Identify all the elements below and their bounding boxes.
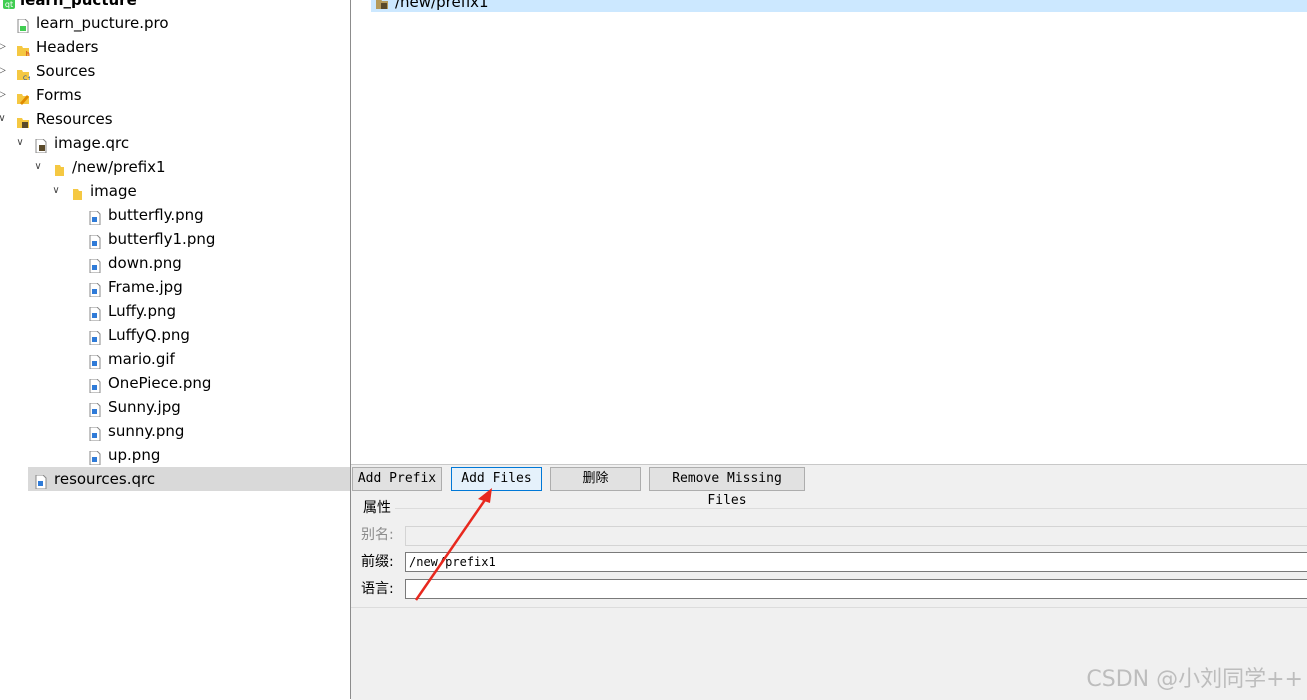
qt-project-icon: qt (2, 0, 16, 9)
alias-label: 别名: (361, 527, 394, 543)
tree-item-label: OnePiece.png (108, 374, 212, 392)
chevron-right-icon[interactable]: ▷ (0, 59, 8, 83)
image-file-icon (88, 448, 102, 466)
svg-text:qt: qt (5, 0, 13, 9)
group-box-border-bottom (351, 607, 1307, 608)
tree-item-file[interactable]: LuffyQ.png (0, 323, 350, 347)
qrc-file-icon (34, 136, 48, 154)
tree-item-file[interactable]: butterfly.png (0, 203, 350, 227)
tree-item-label: Sunny.jpg (108, 398, 181, 416)
tree-item-label: Sources (36, 62, 96, 80)
tree-item-label: Resources (36, 110, 113, 128)
forms-folder-icon (16, 88, 30, 105)
qrc-file-icon (34, 472, 48, 490)
add-files-button[interactable]: Add Files (451, 467, 542, 491)
image-file-icon (88, 400, 102, 418)
tree-item-label: /new/prefix1 (72, 158, 166, 176)
tree-item-label: butterfly1.png (108, 230, 216, 248)
tree-item-label: butterfly.png (108, 206, 204, 224)
chevron-right-icon[interactable]: ▷ (0, 83, 8, 107)
tree-item-file[interactable]: Luffy.png (0, 299, 350, 323)
tree-item-resources-qrc[interactable]: resources.qrc (0, 467, 350, 491)
resource-list[interactable]: /new/prefix1 (351, 0, 1307, 464)
chevron-right-icon[interactable]: ▷ (0, 35, 8, 59)
pro-file-icon (16, 16, 30, 34)
tree-item-file[interactable]: up.png (0, 443, 350, 467)
prefix-label: 前缀: (361, 554, 394, 570)
add-prefix-button[interactable]: Add Prefix (352, 467, 442, 491)
tree-item-label: Headers (36, 38, 99, 56)
image-file-icon (88, 280, 102, 298)
project-tree[interactable]: qt learn_pucture learn_pucture.pro ▷ h H… (0, 0, 350, 699)
properties-group-title: 属性 (359, 499, 395, 517)
folder-icon (52, 160, 66, 176)
sources-folder-icon: C+ (16, 64, 32, 82)
tree-item-image-qrc[interactable]: ∨ image.qrc (0, 131, 350, 155)
language-field[interactable] (405, 579, 1307, 599)
prefix-field[interactable]: /new/prefix1 (405, 552, 1307, 572)
tree-item-headers[interactable]: ▷ h Headers (0, 35, 350, 59)
tree-item-label: down.png (108, 254, 182, 272)
resources-folder-icon (16, 112, 30, 128)
resource-list-item-prefix[interactable]: /new/prefix1 (371, 0, 1307, 12)
chevron-down-icon[interactable]: ∨ (32, 155, 44, 179)
image-file-icon (88, 352, 102, 370)
tree-item-prefix[interactable]: ∨ /new/prefix1 (0, 155, 350, 179)
tree-item-file[interactable]: OnePiece.png (0, 371, 350, 395)
watermark: CSDN @小刘同学++ (1086, 667, 1303, 692)
delete-button[interactable]: 删除 (550, 467, 641, 491)
language-label: 语言: (361, 581, 394, 597)
tree-item-label: Luffy.png (108, 302, 176, 320)
chevron-down-icon[interactable]: ∨ (50, 179, 62, 203)
folder-icon (70, 184, 84, 200)
prefix-folder-icon (375, 0, 389, 9)
headers-folder-icon: h (16, 40, 30, 58)
group-box-border (395, 508, 1307, 509)
tree-item-label: Frame.jpg (108, 278, 183, 296)
image-file-icon (88, 208, 102, 226)
tree-item-file[interactable]: Frame.jpg (0, 275, 350, 299)
tree-item-file[interactable]: mario.gif (0, 347, 350, 371)
tree-item-sources[interactable]: ▷ C+ Sources (0, 59, 350, 83)
image-file-icon (88, 328, 102, 346)
image-file-icon (88, 256, 102, 274)
chevron-down-icon[interactable]: ∨ (14, 131, 26, 155)
tree-item-file[interactable]: butterfly1.png (0, 227, 350, 251)
tree-item-label: up.png (108, 446, 161, 464)
tree-item-label: image.qrc (54, 134, 130, 152)
tree-item-file[interactable]: sunny.png (0, 419, 350, 443)
image-file-icon (88, 424, 102, 442)
tree-item-forms[interactable]: ▷ Forms (0, 83, 350, 107)
svg-text:C+: C+ (23, 75, 30, 81)
tree-item-label: resources.qrc (54, 470, 156, 488)
remove-missing-files-button[interactable]: Remove Missing Files (649, 467, 805, 508)
tree-item-label: mario.gif (108, 350, 175, 368)
tree-item-label: learn_pucture.pro (36, 14, 169, 32)
prefix-item-label: /new/prefix1 (395, 0, 489, 11)
tree-item-label: image (90, 182, 137, 200)
tree-item-file[interactable]: down.png (0, 251, 350, 275)
image-file-icon (88, 304, 102, 322)
tree-item-file[interactable]: Sunny.jpg (0, 395, 350, 419)
resource-editor: /new/prefix1 Add Prefix Add Files 删除 Rem… (351, 0, 1307, 700)
image-file-icon (88, 376, 102, 394)
chevron-down-icon[interactable]: ∨ (0, 107, 8, 131)
alias-field (405, 526, 1307, 546)
image-file-icon (88, 232, 102, 250)
tree-item-resources[interactable]: ∨ Resources (0, 107, 350, 131)
svg-text:h: h (26, 51, 30, 57)
tree-item-label: Forms (36, 86, 82, 104)
tree-item-label: LuffyQ.png (108, 326, 190, 344)
tree-item-image-folder[interactable]: ∨ image (0, 179, 350, 203)
tree-item-pro-file[interactable]: learn_pucture.pro (0, 11, 350, 35)
tree-item-label: sunny.png (108, 422, 185, 440)
